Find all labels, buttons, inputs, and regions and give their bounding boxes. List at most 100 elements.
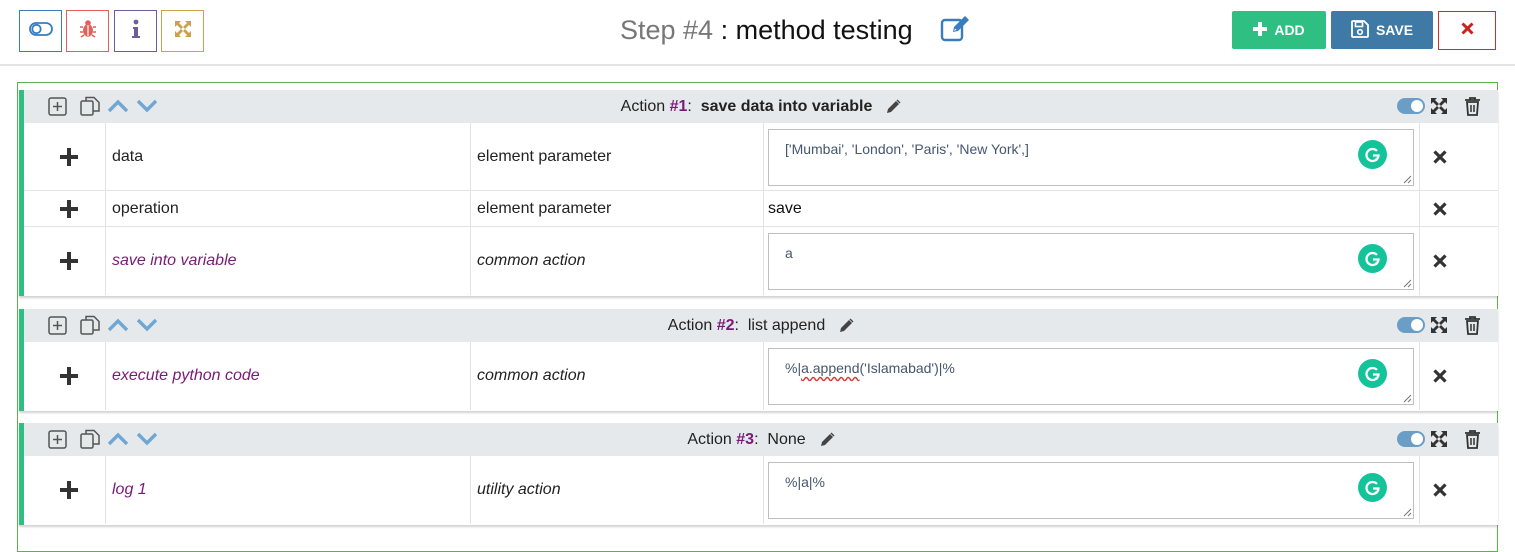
value-text: ['Mumbai', 'London', 'Paris', 'New York'… xyxy=(785,141,1029,157)
expand-icon xyxy=(173,19,193,44)
add-button[interactable]: ADD xyxy=(1232,11,1326,49)
delete-action-button[interactable] xyxy=(1460,427,1484,451)
field-name: log 1 xyxy=(106,456,471,524)
move-up-button[interactable] xyxy=(106,94,130,118)
field-type: utility action xyxy=(471,456,764,524)
close-button[interactable] xyxy=(1438,11,1496,50)
spellcheck-error: a.append xyxy=(801,360,860,376)
delete-row-button[interactable] xyxy=(1420,456,1460,524)
insert-row-button[interactable] xyxy=(33,191,106,226)
delete-row-button[interactable] xyxy=(1420,191,1460,226)
expand-all-button[interactable] xyxy=(161,10,204,52)
field-value: save xyxy=(764,191,1420,226)
move-down-button[interactable] xyxy=(135,313,159,337)
delete-action-button[interactable] xyxy=(1460,94,1484,118)
field-value: %|a|% xyxy=(764,456,1420,524)
action-name: save data into variable xyxy=(700,97,873,115)
table-row: data element parameter ['Mumbai', 'Londo… xyxy=(24,123,1498,191)
expand-action-button[interactable] xyxy=(1427,313,1451,337)
insert-row-button[interactable] xyxy=(33,456,106,524)
delete-row-button[interactable] xyxy=(1420,342,1460,410)
action-sep: : xyxy=(734,316,739,334)
value-text: %|a.append('Islamabad')|% xyxy=(785,360,955,376)
delete-row-button[interactable] xyxy=(1420,123,1460,190)
close-icon xyxy=(1433,369,1447,383)
resize-handle-icon[interactable] xyxy=(1402,507,1412,517)
edit-action-name-button[interactable] xyxy=(886,99,901,114)
debug-button[interactable] xyxy=(66,10,109,52)
field-type: common action xyxy=(471,227,764,295)
enable-toggle[interactable] xyxy=(1396,94,1426,118)
expand-action-button[interactable] xyxy=(1427,427,1451,451)
edit-action-name-button[interactable] xyxy=(839,318,854,333)
delete-row-button[interactable] xyxy=(1420,227,1460,295)
grammarly-icon[interactable] xyxy=(1358,140,1387,169)
add-label: ADD xyxy=(1274,22,1305,38)
action-sep: : xyxy=(754,430,759,448)
field-type: common action xyxy=(471,342,764,410)
value-textarea[interactable]: a xyxy=(768,233,1414,290)
grammarly-icon[interactable] xyxy=(1358,359,1387,388)
pencil-icon xyxy=(840,318,854,332)
action-title: Action #3: None xyxy=(24,423,1498,456)
copy-icon xyxy=(80,429,100,449)
insert-row-button[interactable] xyxy=(33,342,106,410)
field-name: operation xyxy=(106,191,471,226)
action-header: Action #3: None xyxy=(24,423,1498,456)
chevron-down-icon xyxy=(136,318,158,332)
insert-row-button[interactable] xyxy=(33,123,106,190)
pencil-icon xyxy=(820,432,835,446)
resize-handle-icon[interactable] xyxy=(1402,174,1412,184)
copy-action-button[interactable] xyxy=(78,313,102,337)
toggle-on-icon xyxy=(1397,98,1425,114)
save-button[interactable]: SAVE xyxy=(1331,11,1433,49)
expand-icon xyxy=(1431,98,1447,114)
close-icon xyxy=(1433,483,1447,497)
grammarly-icon[interactable] xyxy=(1358,244,1387,273)
plus-icon xyxy=(60,147,78,166)
add-action-button[interactable] xyxy=(45,94,69,118)
move-up-button[interactable] xyxy=(106,313,130,337)
move-down-button[interactable] xyxy=(135,94,159,118)
actions-panel: Action #1: save data into variable data … xyxy=(17,82,1498,552)
edit-action-name-button[interactable] xyxy=(820,432,835,447)
action-sep: : xyxy=(687,97,692,115)
field-type: element parameter xyxy=(471,191,764,226)
value-textarea[interactable]: %|a|% xyxy=(768,462,1414,519)
table-row: execute python code common action %|a.ap… xyxy=(24,342,1498,410)
field-name: execute python code xyxy=(106,342,471,410)
table-row: log 1 utility action %|a|% xyxy=(24,456,1498,524)
grammarly-icon[interactable] xyxy=(1358,473,1387,502)
copy-icon xyxy=(80,315,100,335)
move-up-button[interactable] xyxy=(106,427,130,451)
action-label: Action xyxy=(620,97,666,115)
toggle-button[interactable] xyxy=(19,10,62,52)
close-icon xyxy=(1460,21,1474,40)
add-action-button[interactable] xyxy=(45,427,69,451)
copy-action-button[interactable] xyxy=(78,94,102,118)
enable-toggle[interactable] xyxy=(1396,313,1426,337)
copy-icon xyxy=(80,96,100,116)
resize-handle-icon[interactable] xyxy=(1402,393,1412,403)
action-card: Action #1: save data into variable data … xyxy=(19,90,1498,296)
expand-action-button[interactable] xyxy=(1427,94,1451,118)
info-button[interactable] xyxy=(114,10,157,52)
copy-action-button[interactable] xyxy=(78,427,102,451)
insert-row-button[interactable] xyxy=(33,227,106,295)
action-number: #1 xyxy=(669,97,688,115)
value-textarea[interactable]: ['Mumbai', 'London', 'Paris', 'New York'… xyxy=(768,129,1414,186)
trash-icon xyxy=(1464,315,1480,335)
value-textarea[interactable]: %|a.append('Islamabad')|% xyxy=(768,348,1414,405)
chevron-up-icon xyxy=(107,99,129,113)
move-down-button[interactable] xyxy=(135,427,159,451)
plus-icon xyxy=(60,481,78,499)
enable-toggle[interactable] xyxy=(1396,427,1426,451)
step-name: method testing xyxy=(735,15,913,45)
resize-handle-icon[interactable] xyxy=(1402,278,1412,288)
expand-icon xyxy=(1431,317,1447,333)
delete-action-button[interactable] xyxy=(1460,313,1484,337)
add-action-button[interactable] xyxy=(45,313,69,337)
plus-icon xyxy=(60,199,78,218)
value-text[interactable]: save xyxy=(768,191,802,226)
edit-step-name-button[interactable] xyxy=(940,15,972,43)
